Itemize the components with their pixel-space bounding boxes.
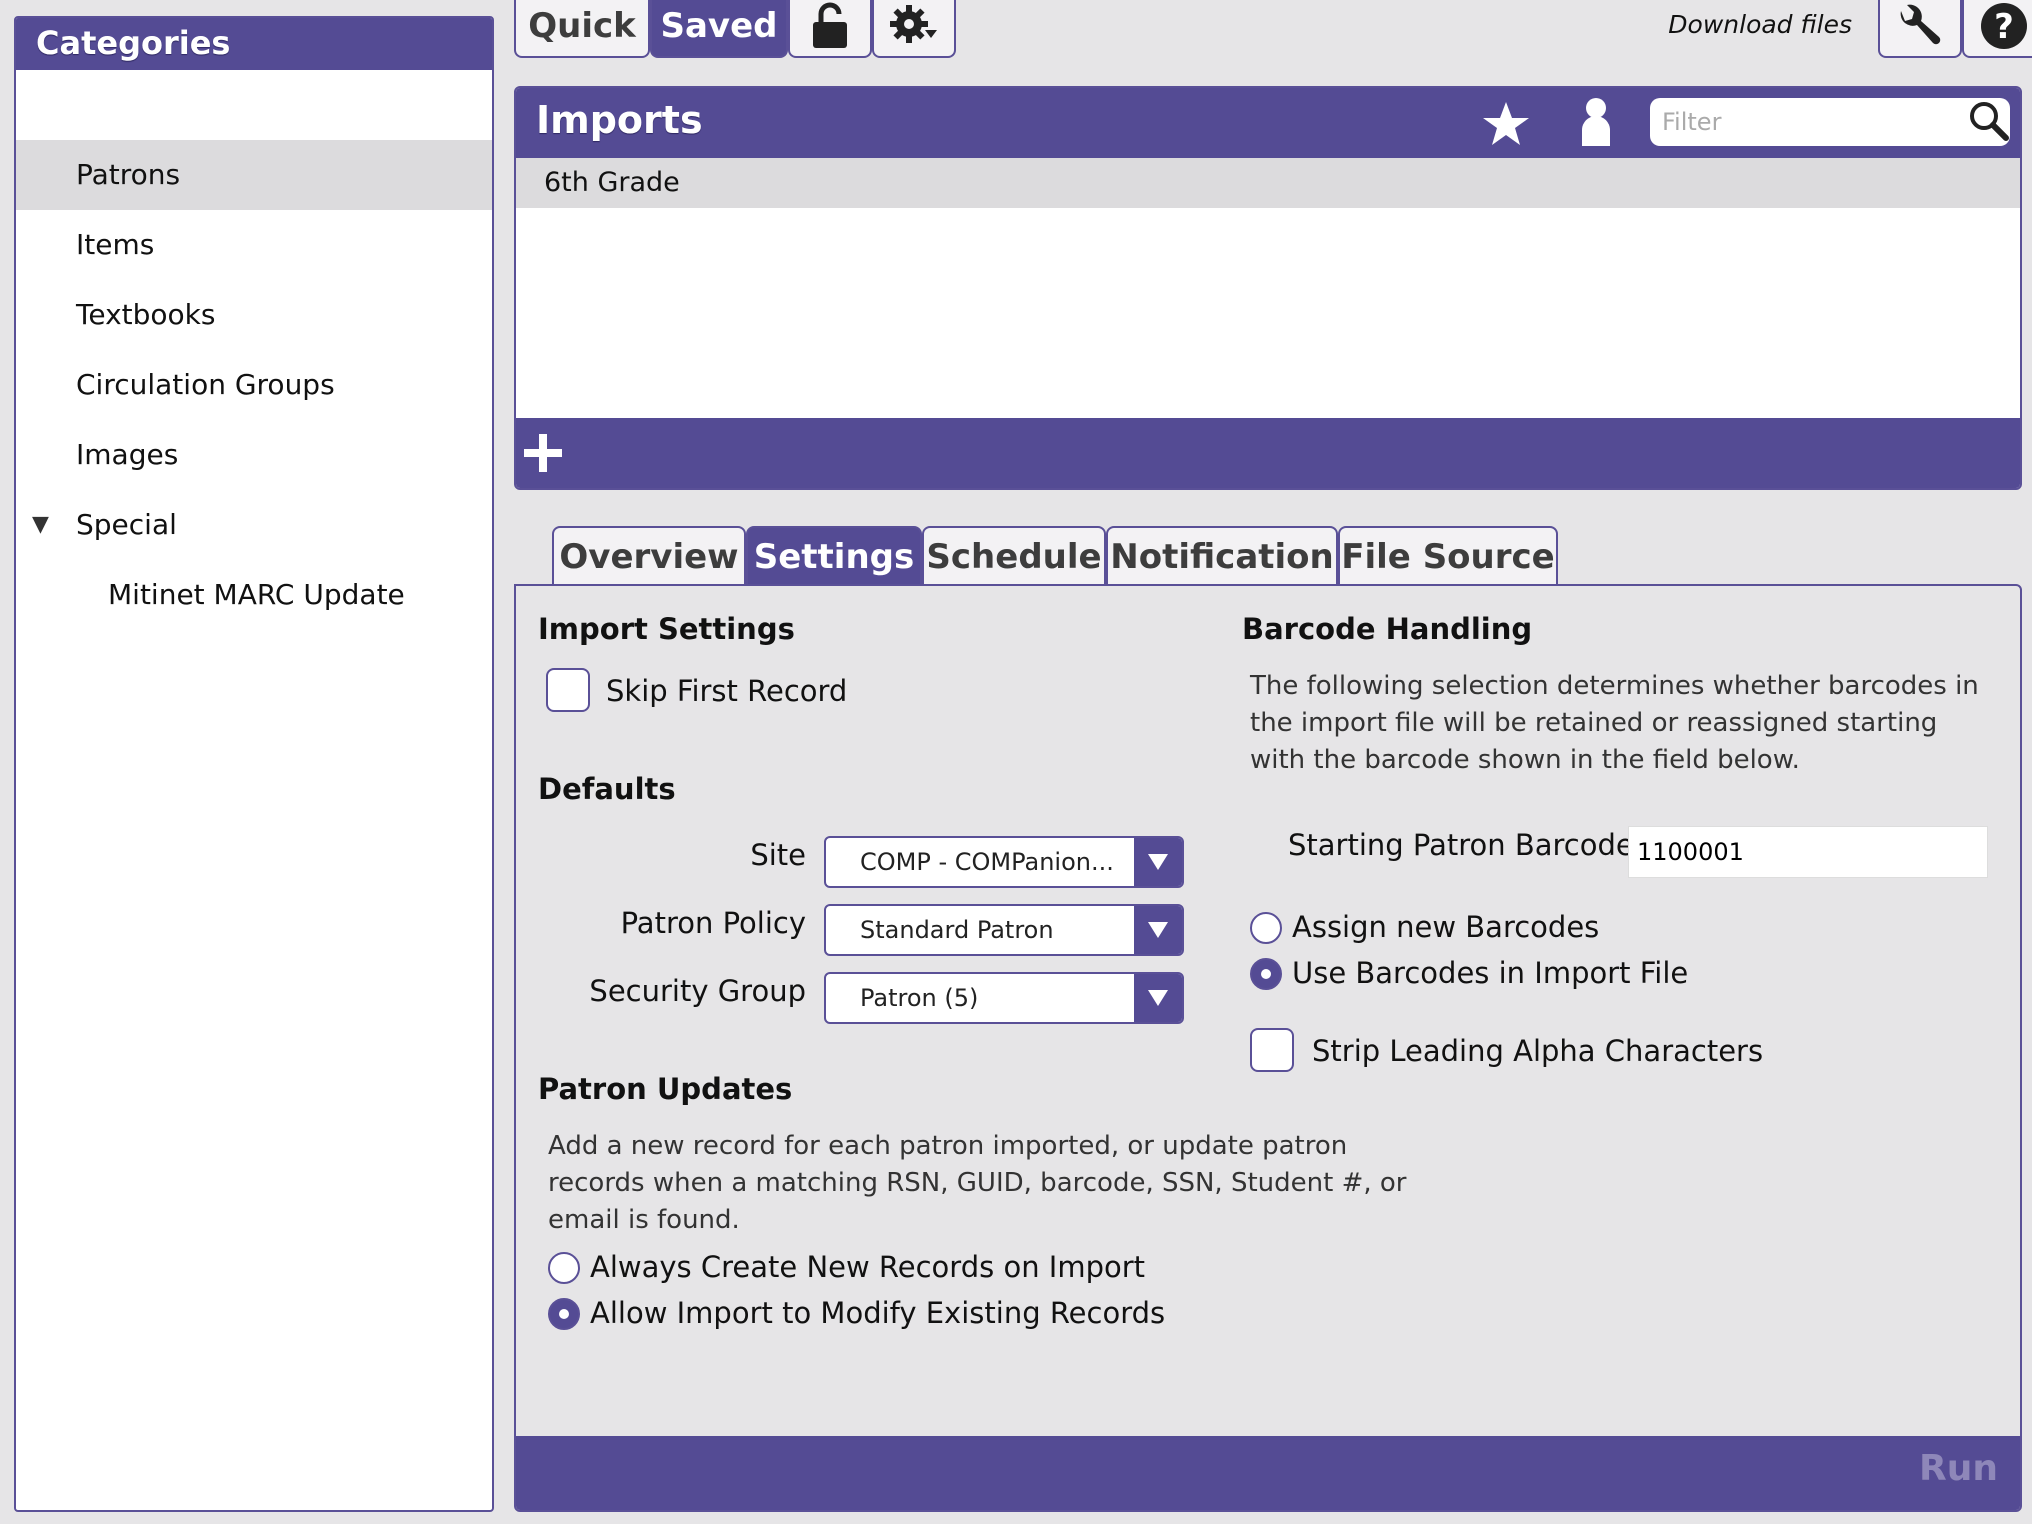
saved-button[interactable]: Saved [650, 0, 788, 58]
tab-settings[interactable]: Settings [746, 526, 922, 586]
lock-icon [813, 2, 847, 48]
chevron-down-icon [1134, 906, 1182, 954]
tab-schedule[interactable]: Schedule [922, 526, 1106, 586]
sidebar-item-textbooks[interactable]: Textbooks [16, 280, 492, 350]
settings-panel: Import Settings Skip First Record Defaul… [514, 584, 2022, 1512]
run-button[interactable]: Run [1919, 1448, 1998, 1489]
settings-footer: Run [516, 1436, 2020, 1510]
site-select[interactable]: COMP - COMPanion... [824, 836, 1184, 888]
imports-title: Imports [536, 98, 703, 142]
patron-policy-label: Patron Policy [620, 906, 806, 940]
sidebar-item-special[interactable]: ▼ Special [16, 490, 492, 560]
lock-button[interactable] [788, 0, 872, 58]
use-import-barcodes-label[interactable]: Use Barcodes in Import File [1292, 956, 1688, 990]
starting-patron-barcode-label: Starting Patron Barcode [1288, 828, 1634, 862]
assign-new-barcodes-label[interactable]: Assign new Barcodes [1292, 910, 1599, 944]
filter-input[interactable] [1650, 98, 2010, 146]
help-icon: ? [1981, 3, 2027, 49]
sidebar-item-label: Mitinet MARC Update [108, 578, 405, 611]
sidebar-item-images[interactable]: Images [16, 420, 492, 490]
use-import-barcodes-radio[interactable] [1250, 958, 1282, 990]
assign-new-barcodes-radio[interactable] [1250, 912, 1282, 944]
security-group-label: Security Group [589, 974, 806, 1008]
sidebar-item-label: Special [76, 508, 177, 541]
gear-menu-button[interactable] [872, 0, 956, 58]
svg-text:?: ? [1994, 7, 2014, 47]
allow-modify-label[interactable]: Allow Import to Modify Existing Records [590, 1296, 1165, 1330]
strip-leading-alpha-label[interactable]: Strip Leading Alpha Characters [1312, 1034, 1763, 1068]
chevron-down-icon [1134, 838, 1182, 886]
starting-patron-barcode-input[interactable] [1628, 826, 1988, 878]
categories-list: Patrons Items Textbooks Circulation Grou… [16, 140, 492, 630]
sidebar-item-label: Images [76, 438, 179, 471]
search-icon[interactable] [1968, 100, 2010, 142]
disclosure-triangle-icon[interactable]: ▼ [32, 490, 49, 560]
sidebar-item-label: Items [76, 228, 155, 261]
user-icon[interactable] [1578, 96, 1614, 148]
download-files-link[interactable]: Download files [1668, 10, 1852, 39]
imports-header: Imports [516, 88, 2020, 158]
always-create-label[interactable]: Always Create New Records on Import [590, 1250, 1145, 1284]
sidebar-item-mitinet-marc-update[interactable]: Mitinet MARC Update [16, 560, 492, 630]
quick-button[interactable]: Quick [514, 0, 650, 58]
defaults-heading: Defaults [538, 772, 676, 806]
sidebar-item-patrons[interactable]: Patrons [16, 140, 492, 210]
skip-first-record-label[interactable]: Skip First Record [606, 674, 847, 708]
gear-menu-icon [890, 5, 937, 43]
patron-policy-select-value: Standard Patron [860, 916, 1054, 944]
imports-panel: Imports 6th Grade [514, 86, 2022, 490]
site-select-value: COMP - COMPanion... [860, 848, 1114, 876]
sidebar-item-label: Textbooks [76, 298, 216, 331]
help-button[interactable]: ? [1962, 0, 2032, 58]
always-create-radio[interactable] [548, 1252, 580, 1284]
tab-file-source[interactable]: File Source [1338, 526, 1558, 586]
security-group-select[interactable]: Patron (5) [824, 972, 1184, 1024]
strip-leading-alpha-checkbox[interactable] [1250, 1028, 1294, 1072]
patron-updates-heading: Patron Updates [538, 1072, 793, 1106]
skip-first-record-checkbox[interactable] [546, 668, 590, 712]
security-group-select-value: Patron (5) [860, 984, 979, 1012]
patron-policy-select[interactable]: Standard Patron [824, 904, 1184, 956]
tools-button[interactable] [1878, 0, 1962, 58]
import-settings-heading: Import Settings [538, 612, 795, 646]
categories-panel: Categories Patrons Items Textbooks Circu… [14, 16, 494, 1512]
sidebar-item-circulation-groups[interactable]: Circulation Groups [16, 350, 492, 420]
wrench-icon [1900, 4, 1941, 45]
patron-updates-description: Add a new record for each patron importe… [548, 1131, 1407, 1235]
star-icon[interactable] [1482, 100, 1530, 148]
tab-notification[interactable]: Notification [1106, 526, 1338, 586]
tab-overview[interactable]: Overview [552, 526, 746, 586]
plus-icon[interactable] [522, 432, 564, 474]
barcode-handling-heading: Barcode Handling [1242, 612, 1533, 646]
categories-title: Categories [16, 18, 492, 70]
sidebar-item-label: Patrons [76, 158, 181, 191]
sidebar-item-label: Circulation Groups [76, 368, 335, 401]
sidebar-item-items[interactable]: Items [16, 210, 492, 280]
chevron-down-icon [1134, 974, 1182, 1022]
barcode-handling-description: The following selection determines wheth… [1250, 671, 1979, 775]
allow-modify-radio[interactable] [548, 1298, 580, 1330]
site-label: Site [750, 838, 806, 872]
imports-footer [516, 418, 2020, 488]
list-item[interactable]: 6th Grade [516, 158, 2020, 208]
